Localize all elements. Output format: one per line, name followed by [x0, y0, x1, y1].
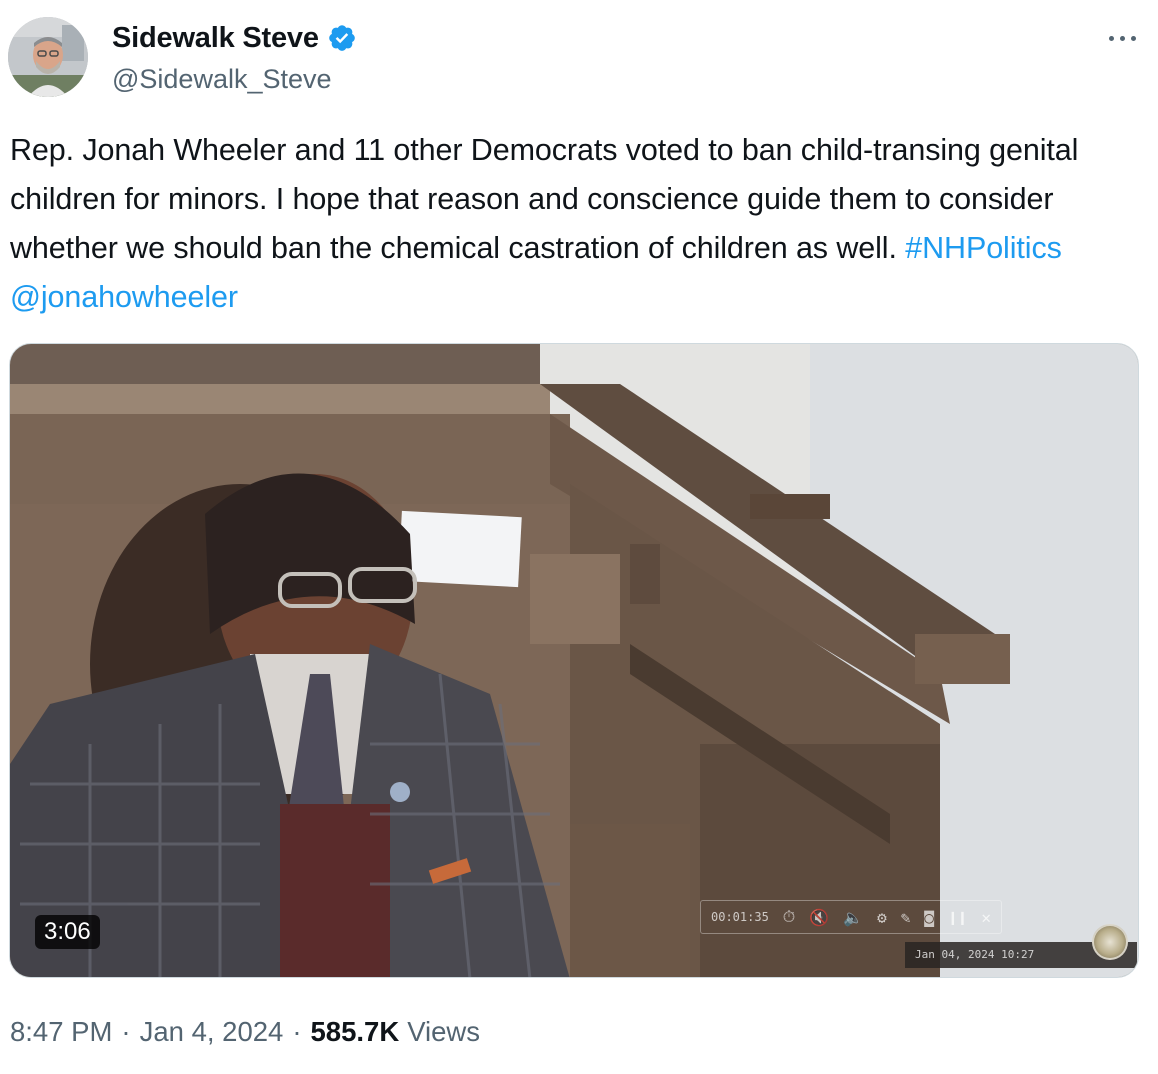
author-display-name[interactable]: Sidewalk Steve — [112, 20, 319, 56]
avatar[interactable] — [8, 17, 88, 97]
tweet-meta: 8:47 PM · Jan 4, 2024 · 585.7K Views — [10, 1013, 480, 1051]
embedded-timecode: 00:01:35 — [711, 910, 769, 924]
verified-badge-icon — [328, 25, 355, 51]
more-horizontal-icon — [1119, 35, 1125, 41]
close-icon: ✕ — [981, 907, 991, 927]
more-horizontal-icon — [1130, 35, 1136, 41]
views-count[interactable]: 585.7K — [311, 1013, 400, 1051]
pencil-icon: ✎ — [900, 907, 911, 927]
tweet-date[interactable]: Jan 4, 2024 — [140, 1013, 284, 1051]
tweet-time[interactable]: 8:47 PM — [10, 1013, 112, 1051]
mute-icon: 🔇 — [809, 907, 830, 927]
meta-separator: · — [121, 1016, 131, 1047]
video-thumbnail — [10, 344, 1138, 977]
mention-link[interactable]: @jonahowheeler — [10, 280, 238, 314]
tweet-text: Rep. Jonah Wheeler and 11 other Democrat… — [10, 126, 1140, 322]
volume-icon: 🔈 — [843, 907, 864, 927]
video-duration-badge: 3:06 — [35, 915, 100, 949]
tweet-card: Sidewalk Steve @Sidewalk_Steve Rep. Jona… — [0, 0, 1158, 1074]
meta-separator: · — [292, 1016, 302, 1047]
state-seal-icon — [1092, 924, 1128, 960]
author-name-row: Sidewalk Steve — [112, 20, 357, 56]
avatar-photo-icon — [8, 17, 88, 97]
views-label: Views — [407, 1016, 481, 1047]
embedded-control-bar: 00:01:35 ⏱ 🔇 🔈 ⚙ ✎ ◙ ❙❙ ✕ — [700, 900, 1002, 934]
hashtag-link[interactable]: #NHPolitics — [905, 231, 1062, 265]
snapshot-icon: ◙ — [924, 907, 935, 927]
more-options-button[interactable] — [1102, 22, 1142, 54]
pause-icon: ❙❙ — [948, 907, 968, 927]
video-player[interactable]: 3:06 00:01:35 ⏱ 🔇 🔈 ⚙ ✎ ◙ ❙❙ ✕ Jan 04, 2… — [9, 343, 1139, 978]
settings-icon: ⚙ — [877, 907, 887, 927]
author-handle[interactable]: @Sidewalk_Steve — [112, 62, 332, 96]
embedded-player-controls: 00:01:35 ⏱ 🔇 🔈 ⚙ ✎ ◙ ❙❙ ✕ — [700, 897, 1002, 937]
timer-icon: ⏱ — [782, 907, 796, 926]
more-horizontal-icon — [1108, 35, 1114, 41]
